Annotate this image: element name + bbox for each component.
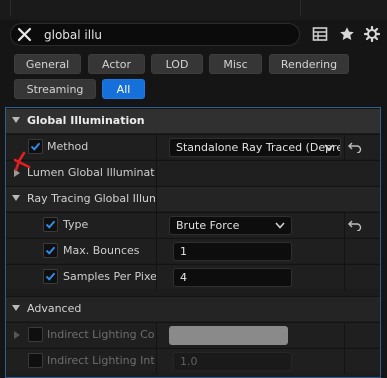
override-checkbox[interactable] — [28, 353, 43, 368]
property-label-indirect-lighting-color: Indirect Lighting Color — [47, 328, 155, 341]
type-dropdown-value: Brute Force — [176, 219, 240, 232]
property-label-method: Method — [47, 140, 89, 153]
collapse-arrow-icon[interactable] — [12, 195, 20, 201]
override-checkbox[interactable] — [28, 327, 43, 342]
samples-per-pixel-input[interactable]: 4 — [173, 268, 292, 287]
chevron-down-icon — [275, 222, 285, 229]
type-dropdown[interactable]: Brute Force — [169, 216, 292, 235]
top-divider — [10, 0, 11, 16]
search-box — [10, 23, 300, 46]
property-label-type: Type — [63, 218, 89, 231]
property-row-method: Method Standalone Ray Traced (Deprecated… — [6, 134, 380, 160]
property-row-indirect-lighting-color: Indirect Lighting Color — [6, 322, 380, 348]
favorite-star-icon[interactable] — [339, 26, 355, 42]
subcategory-title: Ray Tracing Global Illumination — [27, 192, 155, 205]
filter-all-button[interactable]: All — [102, 79, 145, 99]
collapse-arrow-icon[interactable] — [12, 117, 20, 123]
property-label-lumen-gi: Lumen Global Illumination — [27, 166, 155, 179]
chevron-down-icon — [324, 144, 334, 151]
search-input[interactable] — [44, 26, 284, 44]
subcategory-title: Advanced — [27, 302, 82, 315]
property-label-indirect-lighting-intensity: Indirect Lighting Intensity — [47, 354, 155, 367]
filter-actor-button[interactable]: Actor — [88, 54, 145, 74]
indirect-lighting-color-swatch[interactable] — [169, 326, 288, 345]
max-bounces-input[interactable]: 1 — [173, 242, 292, 261]
reset-to-default-icon[interactable] — [348, 219, 362, 231]
property-row-indirect-lighting-intensity: Indirect Lighting Intensity 1.0 — [6, 348, 380, 374]
subcategory-advanced[interactable]: Advanced — [6, 296, 380, 321]
property-row-samples-per-pixel: Samples Per Pixel 4 — [6, 264, 380, 290]
top-strip — [0, 0, 387, 20]
override-checkbox[interactable] — [43, 217, 58, 232]
method-dropdown-value: Standalone Ray Traced (Deprecated) — [176, 141, 341, 154]
red-x-annotation-icon — [13, 151, 31, 171]
table-view-icon[interactable] — [312, 26, 328, 42]
category-global-illumination[interactable]: Global Illumination — [6, 108, 380, 133]
details-panel: Global Illumination Method Standalone Ra… — [5, 107, 381, 378]
category-title: Global Illumination — [27, 114, 145, 127]
expand-arrow-icon[interactable] — [14, 331, 20, 339]
top-divider — [300, 0, 301, 16]
filter-misc-button[interactable]: Misc — [209, 54, 262, 74]
filter-lod-button[interactable]: LOD — [151, 54, 203, 74]
filter-streaming-button[interactable]: Streaming — [14, 79, 96, 99]
override-checkbox[interactable] — [43, 243, 58, 258]
subcategory-ray-tracing-gi[interactable]: Ray Tracing Global Illumination — [6, 186, 380, 212]
filter-rendering-button[interactable]: Rendering — [269, 54, 349, 74]
override-checkbox[interactable] — [43, 269, 58, 284]
settings-gear-icon[interactable] — [364, 26, 380, 42]
collapse-arrow-icon[interactable] — [12, 305, 20, 311]
property-label-samples-per-pixel: Samples Per Pixel — [63, 270, 156, 283]
property-row-max-bounces: Max. Bounces 1 — [6, 238, 380, 264]
indirect-lighting-intensity-input[interactable]: 1.0 — [173, 352, 292, 371]
reset-to-default-icon[interactable] — [348, 141, 362, 153]
clear-search-icon[interactable] — [16, 26, 33, 43]
property-row-type: Type Brute Force — [6, 212, 380, 238]
filter-general-button[interactable]: General — [14, 54, 81, 74]
property-row-lumen-gi[interactable]: Lumen Global Illumination — [6, 160, 380, 186]
method-dropdown[interactable]: Standalone Ray Traced (Deprecated) — [169, 138, 341, 157]
property-label-max-bounces: Max. Bounces — [63, 244, 140, 257]
